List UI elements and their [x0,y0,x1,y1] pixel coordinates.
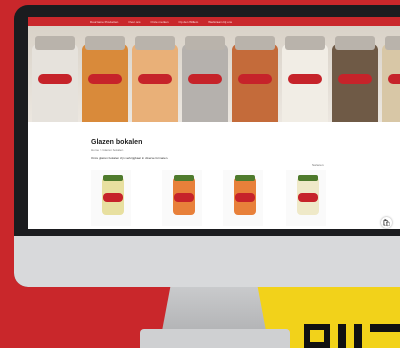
shopping-bag-icon[interactable]: 🛍 [381,217,392,228]
product-bottle [282,36,328,122]
page-title: Glazen bokalen [91,139,143,146]
category-description: Onze glazen bokalen zijn verkrijgbaar in… [91,156,169,160]
qr-code-graphic [304,318,400,348]
hero-banner [28,26,400,122]
product-card[interactable] [162,170,202,226]
product-bottle [232,36,278,122]
product-card[interactable] [91,170,131,226]
product-bottle [382,36,400,122]
product-card[interactable] [286,170,326,226]
nav-item[interactable]: Onze merken [151,20,169,24]
monitor-chin [14,236,400,287]
product-bottle [32,36,78,122]
jar-image [173,175,195,215]
monitor-base [140,329,290,348]
jar-image [234,175,256,215]
sort-dropdown[interactable]: Sorteren [312,163,324,167]
product-bottle [332,36,378,122]
monitor-stand [162,287,266,331]
nav-item[interactable]: Duurzame Producten [90,20,118,24]
website-screen: Duurzame Producten Over ons Onze merken … [28,17,400,229]
top-navigation: Duurzame Producten Over ons Onze merken … [28,17,400,26]
product-bottle [182,36,228,122]
product-bottle [132,36,178,122]
breadcrumb[interactable]: Home > Glazen bokalen [91,148,123,152]
jar-image [297,175,319,215]
nav-item[interactable]: Over ons [128,20,140,24]
nav-item[interactable]: Werkzaam bij ons [208,20,232,24]
jar-image [102,175,124,215]
nav-item[interactable]: Op den Willem [179,20,199,24]
product-bottle [82,36,128,122]
product-card[interactable] [223,170,263,226]
